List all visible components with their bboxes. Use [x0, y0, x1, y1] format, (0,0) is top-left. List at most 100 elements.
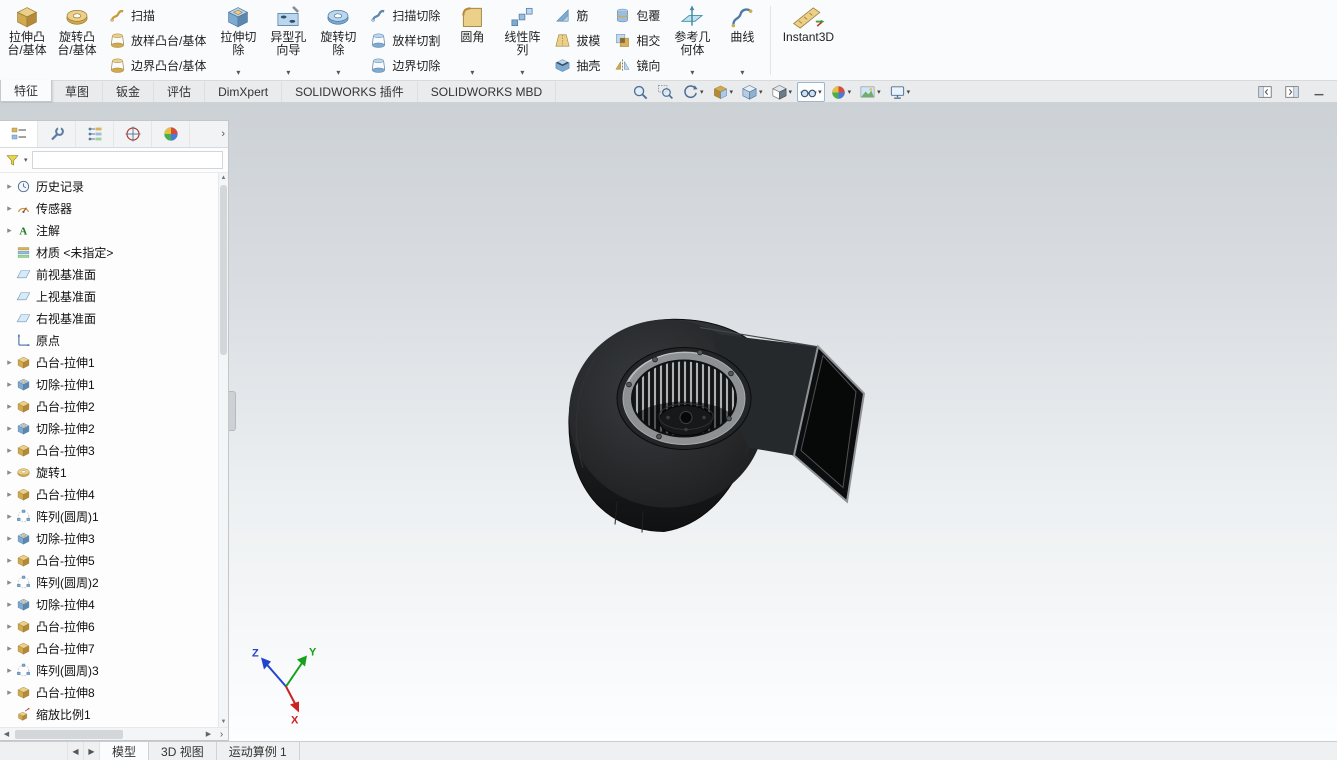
tab-scroll-right-button[interactable]: ▶ — [84, 742, 100, 760]
expand-arrow-icon[interactable]: ▸ — [4, 379, 15, 390]
scroll-up-arrow-icon[interactable]: ▲ — [219, 173, 228, 183]
view-toolbar-button[interactable]: ▾ — [797, 82, 825, 102]
command-tab[interactable]: SOLIDWORKS 插件 — [282, 81, 418, 102]
expand-arrow-icon[interactable]: ▸ — [4, 511, 15, 522]
view-toolbar-button[interactable]: ▾ — [738, 82, 766, 102]
ribbon-button-rib[interactable]: 筋 — [550, 4, 604, 28]
expand-arrow-icon[interactable]: ▸ — [4, 643, 15, 654]
ribbon-button-curves[interactable]: 曲线 ▾ — [717, 1, 767, 80]
ribbon-button-instant3d[interactable]: Instant3D — [774, 1, 842, 80]
ribbon-button-mirror[interactable]: 镜向 — [610, 53, 664, 77]
tree-vertical-scrollbar[interactable]: ▲ ▼ — [218, 173, 228, 727]
document-tab[interactable]: 模型 — [100, 742, 150, 760]
tree-item[interactable]: ▸ 历史记录 — [0, 175, 218, 197]
command-tab[interactable]: DimXpert — [205, 81, 283, 102]
tree-item[interactable]: ▸ 上视基准面 — [0, 285, 218, 307]
expand-arrow-icon[interactable]: ▸ — [4, 577, 15, 588]
view-toolbar-button[interactable]: ▾ — [654, 82, 677, 102]
panel-tab[interactable] — [114, 121, 152, 147]
window-control-button[interactable] — [1282, 83, 1302, 101]
dropdown-caret-icon[interactable]: ▾ — [759, 88, 763, 96]
tree-item[interactable]: ▸ 凸台-拉伸3 — [0, 439, 218, 461]
panel-bottom-expand-arrow[interactable]: › — [215, 728, 228, 741]
command-tab[interactable]: 特征 — [0, 80, 53, 102]
expand-arrow-icon[interactable]: ▸ — [4, 621, 15, 632]
tree-item[interactable]: ▸ 右视基准面 — [0, 307, 218, 329]
scrollbar-thumb[interactable] — [220, 185, 227, 355]
ribbon-button-swept-cut[interactable]: 扫描切除 — [366, 4, 444, 28]
tree-item[interactable]: ▸ 切除-拉伸1 — [0, 373, 218, 395]
dropdown-caret-icon[interactable]: ▾ — [848, 88, 852, 96]
expand-arrow-icon[interactable]: ▸ — [4, 467, 15, 478]
expand-arrow-icon[interactable]: ▸ — [4, 203, 15, 214]
tree-item[interactable]: ▸ 切除-拉伸4 — [0, 593, 218, 615]
tab-scroll-left-button[interactable]: ◀ — [68, 742, 84, 760]
tree-item[interactable]: ▸ 前视基准面 — [0, 263, 218, 285]
ribbon-button-lofted-cut[interactable]: 放样切割 — [366, 29, 444, 53]
tree-item[interactable]: ▸ 缩放比例1 — [0, 703, 218, 725]
view-toolbar-button[interactable]: ▾ — [709, 82, 737, 102]
ribbon-button-lofted-boss[interactable]: 放样凸台/基体 — [105, 29, 210, 53]
tree-filter-input[interactable] — [31, 151, 223, 169]
tree-item[interactable]: ▸ 凸台-拉伸4 — [0, 483, 218, 505]
ribbon-button-boundary-cut[interactable]: 边界切除 — [366, 53, 444, 77]
view-toolbar-button[interactable]: ▾ — [768, 82, 796, 102]
command-tab[interactable]: SOLIDWORKS MBD — [418, 81, 557, 102]
view-toolbar-button[interactable]: ▾ — [886, 82, 914, 102]
tree-horizontal-scrollbar[interactable]: ◀ ▶ › — [0, 727, 228, 740]
ribbon-button-intersect[interactable]: 相交 — [610, 29, 664, 53]
ribbon-button-fillet[interactable]: 圆角 ▾ — [447, 1, 497, 80]
tree-item[interactable]: ▸ 凸台-拉伸7 — [0, 637, 218, 659]
ribbon-button-draft[interactable]: 拔模 — [550, 29, 604, 53]
tree-item[interactable]: ▸ 切除-拉伸2 — [0, 417, 218, 439]
tree-item[interactable]: ▸ 凸台-拉伸2 — [0, 395, 218, 417]
view-toolbar-button[interactable]: ▾ — [827, 82, 855, 102]
tree-item[interactable]: ▸ 旋转1 — [0, 461, 218, 483]
expand-arrow-icon[interactable]: ▸ — [4, 401, 15, 412]
dropdown-caret-icon[interactable]: ▾ — [730, 88, 734, 96]
command-tab[interactable]: 钣金 — [103, 81, 155, 102]
panel-expand-arrow[interactable]: › — [221, 127, 225, 141]
window-control-button[interactable] — [1255, 83, 1275, 101]
dropdown-caret-icon[interactable]: ▾ — [700, 88, 704, 96]
expand-arrow-icon[interactable]: ▸ — [4, 423, 15, 434]
tree-item[interactable]: ▸ 凸台-拉伸6 — [0, 615, 218, 637]
ribbon-button-reference-geometry[interactable]: 参考几何体 ▾ — [667, 1, 717, 80]
view-toolbar-button[interactable]: ▾ — [679, 82, 707, 102]
dropdown-caret-icon[interactable]: ▾ — [877, 88, 881, 96]
command-tab[interactable]: 评估 — [154, 81, 206, 102]
panel-tab[interactable] — [0, 121, 38, 147]
panel-tab[interactable] — [76, 121, 114, 147]
panel-splitter-handle[interactable] — [229, 391, 236, 431]
scrollbar-thumb[interactable] — [15, 729, 124, 739]
tree-item[interactable]: ▸ 阵列(圆周)2 — [0, 571, 218, 593]
ribbon-button-extruded-cut[interactable]: 拉伸切除 ▾ — [213, 1, 263, 80]
view-toolbar-button[interactable]: ▾ — [856, 82, 884, 102]
ribbon-button-extruded-boss-base[interactable]: 拉伸凸台/基体 — [2, 1, 52, 80]
ribbon-button-revolved-boss-base[interactable]: 旋转凸台/基体 — [52, 1, 102, 80]
window-control-button[interactable] — [1309, 83, 1329, 101]
view-toolbar-button[interactable]: ▾ — [629, 82, 652, 102]
scroll-left-arrow-icon[interactable]: ◀ — [0, 728, 13, 741]
ribbon-button-revolved-cut[interactable]: 旋转切除 ▾ — [313, 1, 363, 80]
ribbon-button-linear-pattern[interactable]: 线性阵列 ▾ — [497, 1, 547, 80]
expand-arrow-icon[interactable]: ▸ — [4, 357, 15, 368]
orientation-triad[interactable]: Z Y X — [252, 647, 317, 727]
tree-item[interactable]: ▸ 原点 — [0, 329, 218, 351]
ribbon-button-wrap[interactable]: 包覆 — [610, 4, 664, 28]
tree-item[interactable]: ▸ 凸台-拉伸1 — [0, 351, 218, 373]
expand-arrow-icon[interactable]: ▸ — [4, 555, 15, 566]
scrollbar-track[interactable] — [14, 729, 201, 739]
expand-arrow-icon[interactable]: ▸ — [4, 181, 15, 192]
ribbon-button-boundary-boss[interactable]: 边界凸台/基体 — [105, 53, 210, 77]
dropdown-caret-icon[interactable]: ▾ — [24, 156, 28, 164]
tree-item[interactable]: ▸ 阵列(圆周)3 — [0, 659, 218, 681]
panel-tab[interactable] — [38, 121, 76, 147]
filter-funnel-icon[interactable] — [5, 153, 20, 168]
ribbon-button-shell[interactable]: 抽壳 — [550, 53, 604, 77]
tree-item[interactable]: ▸ 注解 — [0, 219, 218, 241]
expand-arrow-icon[interactable]: ▸ — [4, 665, 15, 676]
tree-item[interactable]: ▸ 凸台-拉伸8 — [0, 681, 218, 703]
dropdown-caret-icon[interactable]: ▾ — [789, 88, 793, 96]
expand-arrow-icon[interactable]: ▸ — [4, 687, 15, 698]
